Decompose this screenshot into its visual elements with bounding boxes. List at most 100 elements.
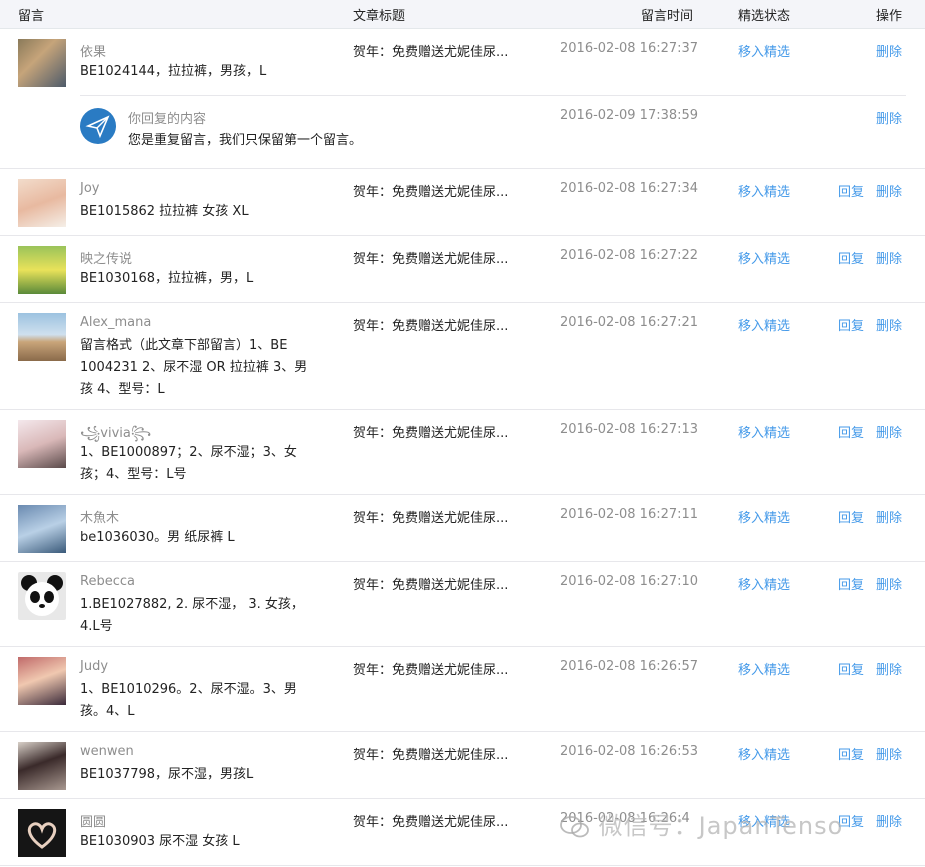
comment-content: BE1030168，拉拉裤，男，L bbox=[80, 271, 254, 286]
comment-time: 2016-02-08 16:26:53 bbox=[560, 744, 699, 759]
delete-button[interactable]: 删除 bbox=[876, 315, 902, 334]
comment-time: 2016-02-08 16:27:34 bbox=[560, 181, 699, 196]
comment-content: BE1024144，拉拉裤，男孩，L bbox=[80, 64, 267, 79]
wechat-icon bbox=[560, 816, 589, 838]
avatar bbox=[18, 246, 66, 294]
reply-block: 你回复的内容 您是重复留言，我们只保留第一个留言。 2016-02-09 17:… bbox=[80, 95, 906, 168]
paper-plane-icon bbox=[85, 115, 110, 139]
comment-content: 留言格式（此文章下部留言）1、BE 1004231 2、尿不湿 OR 拉拉裤 3… bbox=[80, 338, 308, 397]
article-title[interactable]: 贺年：免费赠送尤妮佳尿... bbox=[353, 41, 508, 60]
article-title[interactable]: 贺年：免费赠送尤妮佳尿... bbox=[353, 659, 508, 678]
comment-content: BE1030903 尿不湿 女孩 L bbox=[80, 834, 240, 849]
article-title[interactable]: 贺年：免费赠送尤妮佳尿... bbox=[353, 181, 508, 200]
reply-name: 你回复的内容 bbox=[128, 112, 207, 127]
delete-button[interactable]: 删除 bbox=[876, 41, 902, 60]
move-featured-button[interactable]: 移入精选 bbox=[738, 507, 790, 526]
delete-button[interactable]: 删除 bbox=[876, 811, 902, 830]
table-row: Judy 1、BE1010296。2、尿不湿。3、男孩。4、L 贺年：免费赠送尤… bbox=[0, 647, 925, 732]
watermark: 微信号：JapanTenso bbox=[560, 806, 843, 841]
col-time-header: 留言时间 bbox=[641, 9, 694, 24]
table-row: Rebecca 1.BE1027882, 2. 尿不湿， 3. 女孩， 4.L号… bbox=[0, 562, 925, 647]
reply-button[interactable]: 回复 bbox=[838, 507, 864, 526]
commenter-name: 圆圆 bbox=[80, 815, 107, 830]
delete-reply-button[interactable]: 删除 bbox=[876, 108, 902, 127]
heart-hands-icon bbox=[18, 809, 66, 857]
official-account-avatar bbox=[80, 108, 116, 144]
avatar bbox=[18, 657, 66, 705]
reply-button[interactable]: 回复 bbox=[838, 248, 864, 267]
commenter-name: 映之传说 bbox=[80, 252, 133, 267]
reply-time: 2016-02-09 17:38:59 bbox=[560, 108, 699, 123]
comment-time: 2016-02-08 16:27:37 bbox=[560, 41, 699, 56]
article-title[interactable]: 贺年：免费赠送尤妮佳尿... bbox=[353, 315, 508, 334]
comment-content: BE1037798，尿不湿，男孩L bbox=[80, 767, 254, 782]
comment-content: 1.BE1027882, 2. 尿不湿， 3. 女孩， 4.L号 bbox=[80, 597, 304, 634]
reply-button[interactable]: 回复 bbox=[838, 659, 864, 678]
comment-time: 2016-02-08 16:27:22 bbox=[560, 248, 699, 263]
article-title[interactable]: 贺年：免费赠送尤妮佳尿... bbox=[353, 811, 508, 830]
move-featured-button[interactable]: 移入精选 bbox=[738, 248, 790, 267]
delete-button[interactable]: 删除 bbox=[876, 422, 902, 441]
move-featured-button[interactable]: 移入精选 bbox=[738, 744, 790, 763]
article-title[interactable]: 贺年：免费赠送尤妮佳尿... bbox=[353, 574, 508, 593]
delete-button[interactable]: 删除 bbox=[876, 507, 902, 526]
comment-time: 2016-02-08 16:27:21 bbox=[560, 315, 699, 330]
col-featured-header: 精选状态 bbox=[738, 9, 791, 24]
col-title-header: 文章标题 bbox=[353, 9, 406, 24]
move-featured-button[interactable]: 移入精选 bbox=[738, 422, 790, 441]
move-featured-button[interactable]: 移入精选 bbox=[738, 181, 790, 200]
avatar bbox=[18, 742, 66, 790]
comment-content: BE1015862 拉拉裤 女孩 XL bbox=[80, 204, 249, 219]
avatar bbox=[18, 809, 66, 857]
comment-time: 2016-02-08 16:27:11 bbox=[560, 507, 699, 522]
panda-icon bbox=[18, 572, 66, 620]
move-featured-button[interactable]: 移入精选 bbox=[738, 41, 790, 60]
delete-button[interactable]: 删除 bbox=[876, 744, 902, 763]
commenter-name: 依果 bbox=[80, 45, 107, 60]
commenter-name: Judy bbox=[80, 659, 109, 674]
table-row: 依果 BE1024144，拉拉裤，男孩，L 贺年：免费赠送尤妮佳尿... 201… bbox=[0, 29, 925, 169]
reply-button[interactable]: 回复 bbox=[838, 744, 864, 763]
avatar bbox=[18, 572, 66, 620]
commenter-name: Alex_mana bbox=[80, 315, 152, 330]
article-title[interactable]: 贺年：免费赠送尤妮佳尿... bbox=[353, 744, 508, 763]
table-header: 留言 文章标题 留言时间 精选状态 操作 bbox=[0, 0, 925, 29]
comment-time: 2016-02-08 16:27:13 bbox=[560, 422, 699, 437]
avatar bbox=[18, 313, 66, 361]
commenter-name: Joy bbox=[80, 181, 100, 196]
move-featured-button[interactable]: 移入精选 bbox=[738, 315, 790, 334]
avatar bbox=[18, 179, 66, 227]
move-featured-button[interactable]: 移入精选 bbox=[738, 659, 790, 678]
col-action-header: 操作 bbox=[876, 9, 903, 24]
delete-button[interactable]: 删除 bbox=[876, 574, 902, 593]
reply-content: 您是重复留言，我们只保留第一个留言。 bbox=[128, 133, 363, 148]
commenter-name: Rebecca bbox=[80, 574, 135, 589]
reply-button[interactable]: 回复 bbox=[838, 422, 864, 441]
table-row: wenwen BE1037798，尿不湿，男孩L 贺年：免费赠送尤妮佳尿... … bbox=[0, 732, 925, 799]
col-comment-header: 留言 bbox=[18, 9, 45, 24]
comment-content: 1、BE1010296。2、尿不湿。3、男孩。4、L bbox=[80, 682, 297, 719]
delete-button[interactable]: 删除 bbox=[876, 659, 902, 678]
table-row: 映之传说 BE1030168，拉拉裤，男，L 贺年：免费赠送尤妮佳尿... 20… bbox=[0, 236, 925, 303]
avatar bbox=[18, 505, 66, 553]
article-title[interactable]: 贺年：免费赠送尤妮佳尿... bbox=[353, 248, 508, 267]
article-title[interactable]: 贺年：免费赠送尤妮佳尿... bbox=[353, 507, 508, 526]
table-row: 木魚木 be1036030。男 纸尿裤 L 贺年：免费赠送尤妮佳尿... 201… bbox=[0, 495, 925, 562]
delete-button[interactable]: 删除 bbox=[876, 248, 902, 267]
table-row: Joy BE1015862 拉拉裤 女孩 XL 贺年：免费赠送尤妮佳尿... 2… bbox=[0, 169, 925, 236]
comment-content: 1、BE1000897；2、尿不湿；3、女孩；4、型号：L号 bbox=[80, 445, 297, 482]
watermark-text: 微信号：JapanTenso bbox=[598, 812, 844, 840]
comment-time: 2016-02-08 16:27:10 bbox=[560, 574, 699, 589]
avatar bbox=[18, 39, 66, 87]
reply-button[interactable]: 回复 bbox=[838, 315, 864, 334]
reply-button[interactable]: 回复 bbox=[838, 574, 864, 593]
commenter-name: 木魚木 bbox=[80, 511, 120, 526]
article-title[interactable]: 贺年：免费赠送尤妮佳尿... bbox=[353, 422, 508, 441]
delete-button[interactable]: 删除 bbox=[876, 181, 902, 200]
table-row: Alex_mana 留言格式（此文章下部留言）1、BE 1004231 2、尿不… bbox=[0, 303, 925, 410]
avatar bbox=[18, 420, 66, 468]
reply-button[interactable]: 回复 bbox=[838, 181, 864, 200]
move-featured-button[interactable]: 移入精选 bbox=[738, 574, 790, 593]
comment-content: be1036030。男 纸尿裤 L bbox=[80, 530, 235, 545]
comment-time: 2016-02-08 16:26:57 bbox=[560, 659, 699, 674]
